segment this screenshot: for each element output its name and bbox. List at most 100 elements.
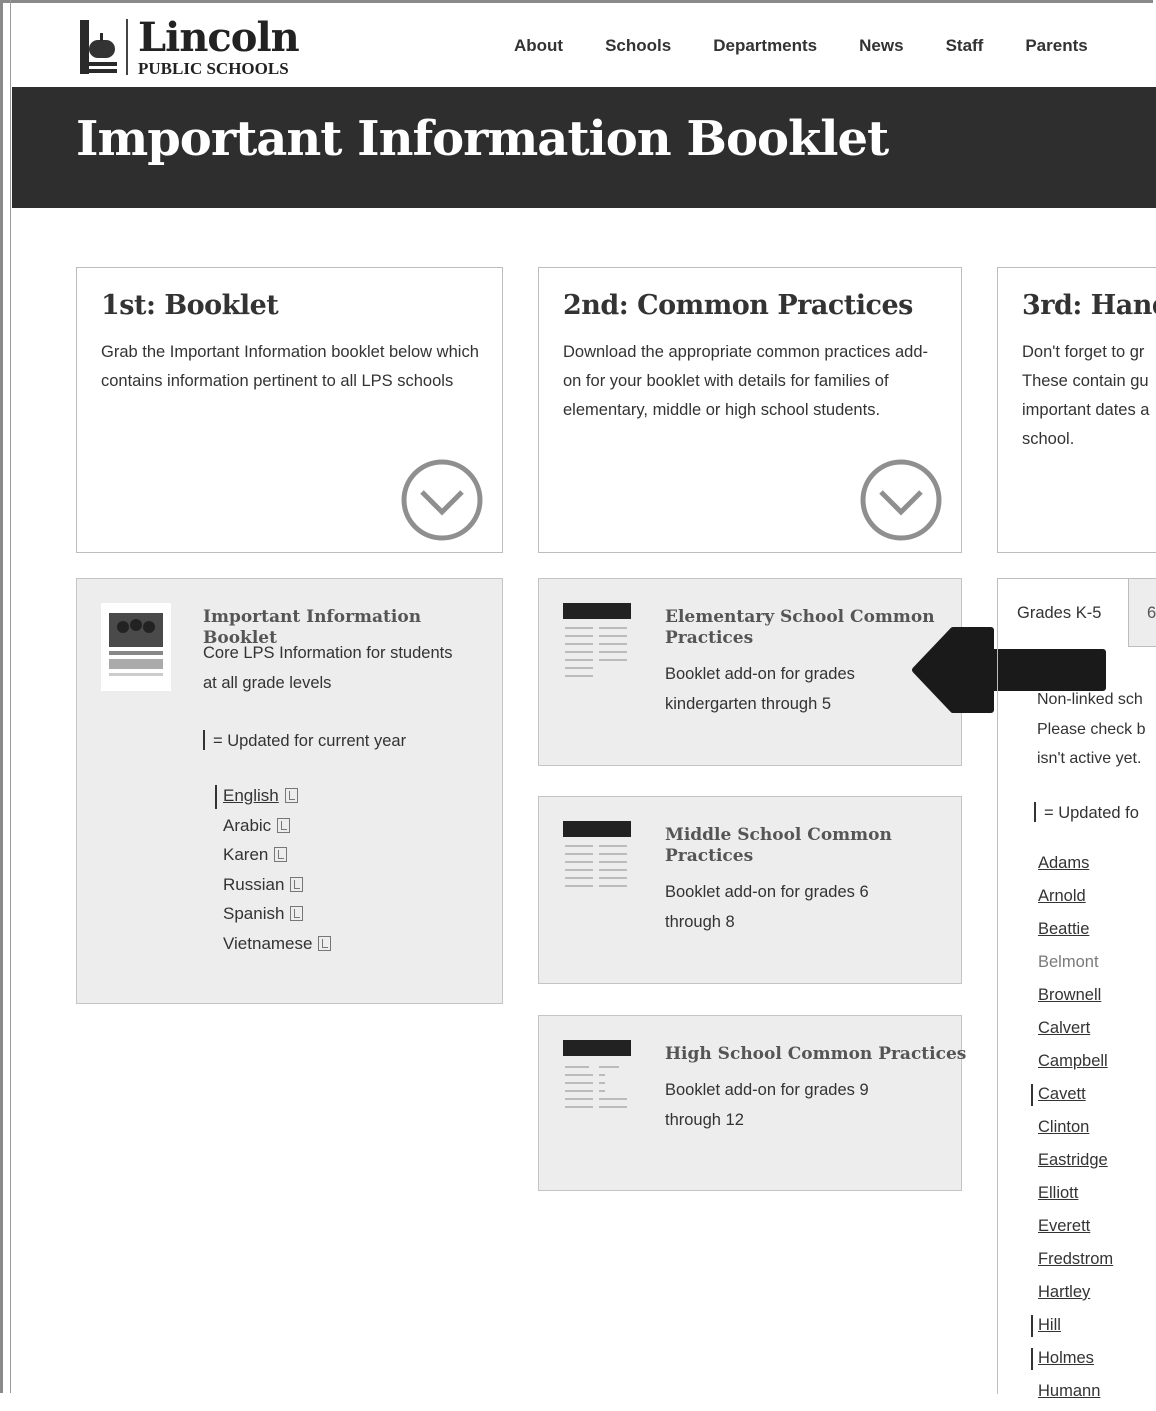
school-item[interactable]: Clinton — [1038, 1114, 1113, 1147]
nav-schools[interactable]: Schools — [605, 36, 671, 56]
school-item[interactable]: Adams — [1038, 850, 1113, 883]
step-card-common-practices: 2nd: Common Practices Download the appro… — [538, 267, 962, 553]
step-text: Don't forget to gr These contain gu impo… — [1022, 343, 1150, 448]
language-item-english[interactable]: English — [215, 781, 331, 811]
document-thumbnail[interactable] — [563, 821, 631, 911]
school-link[interactable]: Hill — [1038, 1316, 1061, 1334]
step-title: 1st: Booklet — [101, 290, 279, 321]
updated-legend-text: = Updated fo — [1044, 804, 1139, 822]
logo-mark-icon — [76, 18, 120, 76]
school-link[interactable]: Humann — [1038, 1382, 1100, 1400]
updated-marker — [1031, 1315, 1033, 1337]
language-label: Arabic — [223, 815, 272, 835]
practice-title[interactable]: Elementary School Common Practices — [665, 607, 935, 649]
school-item[interactable]: Campbell — [1038, 1048, 1113, 1081]
school-item[interactable]: Holmes — [1031, 1345, 1113, 1378]
document-thumbnail[interactable] — [563, 1040, 631, 1130]
note-line: Please check b — [1037, 720, 1146, 738]
practice-title[interactable]: Middle School Common Practices — [665, 825, 905, 867]
language-item-vietnamese: Vietnamese — [223, 929, 332, 959]
step-title: 2nd: Common Practices — [563, 290, 913, 321]
pdf-icon — [290, 906, 304, 921]
pdf-icon — [284, 788, 298, 803]
booklet-description: Core LPS Information for students at all… — [203, 644, 453, 692]
step-card-booklet: 1st: Booklet Grab the Important Informat… — [76, 267, 503, 553]
language-item-karen: Karen — [223, 840, 331, 870]
tab-label: Grades K-5 — [1017, 604, 1102, 622]
logo-divider — [126, 19, 128, 75]
school-item[interactable]: Elliott — [1038, 1180, 1113, 1213]
school-link[interactable]: Fredstrom — [1038, 1250, 1113, 1268]
school-link[interactable]: Clinton — [1038, 1118, 1089, 1136]
school-item[interactable]: Hill — [1031, 1312, 1113, 1345]
practice-description: Booklet add-on for grades 6 through 8 — [665, 883, 869, 931]
pdf-icon — [290, 876, 304, 892]
practice-description: Booklet add-on for grades 9 through 12 — [665, 1081, 869, 1129]
note-line: Non-linked sch — [1037, 691, 1143, 708]
language-item-arabic: Arabic — [223, 811, 331, 841]
practice-description: Booklet add-on for grades kindergarten t… — [665, 665, 855, 713]
pdf-icon — [318, 935, 332, 951]
school-link[interactable]: Brownell — [1038, 986, 1101, 1004]
language-item-spanish: Spanish — [223, 899, 331, 929]
logo-subtitle: PUBLIC SCHOOLS — [138, 58, 289, 78]
practice-card-elementary: Elementary School Common Practices Bookl… — [538, 578, 962, 766]
tab-grades-k5[interactable]: Grades K-5 — [998, 579, 1129, 647]
school-item: Belmont — [1038, 949, 1113, 982]
school-link[interactable]: Holmes — [1038, 1349, 1094, 1367]
schools-note: Non-linked sch Please check b isn't acti… — [1037, 685, 1156, 774]
site-logo[interactable]: Lincoln PUBLIC SCHOOLS — [76, 16, 300, 78]
language-label: Vietnamese — [223, 933, 313, 953]
nav-about[interactable]: About — [514, 36, 563, 56]
tab-label: 6 — [1147, 604, 1156, 622]
nav-staff[interactable]: Staff — [946, 36, 984, 56]
updated-marker — [1031, 1348, 1033, 1370]
school-link[interactable]: Cavett — [1038, 1085, 1086, 1103]
nav-parents[interactable]: Parents — [1025, 36, 1087, 56]
school-link[interactable]: Hartley — [1038, 1283, 1090, 1301]
tab-grades-6[interactable]: 6 — [1129, 579, 1156, 647]
booklet-card: Important Information Booklet Core LPS I… — [76, 578, 503, 1004]
document-thumbnail[interactable] — [563, 603, 631, 693]
school-item[interactable]: Cavett — [1031, 1081, 1113, 1114]
nav-news[interactable]: News — [859, 36, 903, 56]
school-item[interactable]: Arnold — [1038, 883, 1113, 916]
school-link[interactable]: Campbell — [1038, 1052, 1108, 1070]
updated-legend-text: = Updated for current year — [213, 732, 407, 750]
school-item[interactable]: Everett — [1038, 1213, 1113, 1246]
school-link[interactable]: Arnold — [1038, 887, 1086, 905]
updated-marker — [203, 730, 205, 750]
page-title: Important Information Booklet — [76, 111, 889, 167]
pdf-icon — [274, 847, 288, 862]
step-text: Grab the Important Information booklet b… — [101, 343, 479, 390]
school-link[interactable]: Eastridge — [1038, 1151, 1108, 1169]
school-item[interactable]: Fredstrom — [1038, 1246, 1113, 1279]
language-label: Spanish — [223, 904, 285, 923]
school-link[interactable]: Calvert — [1038, 1019, 1090, 1037]
schools-updated-legend: = Updated fo — [1034, 802, 1139, 823]
practice-title[interactable]: High School Common Practices — [665, 1044, 966, 1065]
school-item[interactable]: Beattie — [1038, 916, 1113, 949]
school-item[interactable]: Humann — [1038, 1378, 1113, 1411]
school-label: Belmont — [1038, 953, 1099, 971]
language-list: English Arabic Karen Russian Spanish Vie… — [215, 781, 332, 959]
school-link[interactable]: Everett — [1038, 1217, 1090, 1235]
updated-marker — [1031, 1084, 1033, 1106]
school-item[interactable]: Eastridge — [1038, 1147, 1113, 1180]
school-item[interactable]: Calvert — [1038, 1015, 1113, 1048]
school-item[interactable]: Hartley — [1038, 1279, 1113, 1312]
chevron-down-circle-icon[interactable] — [400, 458, 484, 542]
step-card-handbook: 3rd: Handl Don't forget to gr These cont… — [997, 267, 1156, 553]
booklet-cover-thumbnail[interactable] — [101, 603, 171, 691]
school-link[interactable]: Adams — [1038, 854, 1089, 872]
school-link[interactable]: Beattie — [1038, 920, 1089, 938]
language-item-russian: Russian — [223, 870, 331, 900]
school-link[interactable]: Elliott — [1038, 1184, 1078, 1202]
language-link[interactable]: English — [223, 786, 279, 805]
nav-departments[interactable]: Departments — [713, 36, 817, 56]
main-nav: About Schools Departments News Staff Par… — [514, 36, 1130, 56]
practice-card-high: High School Common Practices Booklet add… — [538, 1015, 966, 1191]
school-item[interactable]: Brownell — [1038, 982, 1113, 1015]
note-line: isn't active yet. — [1037, 750, 1142, 767]
chevron-down-circle-icon[interactable] — [859, 458, 943, 542]
